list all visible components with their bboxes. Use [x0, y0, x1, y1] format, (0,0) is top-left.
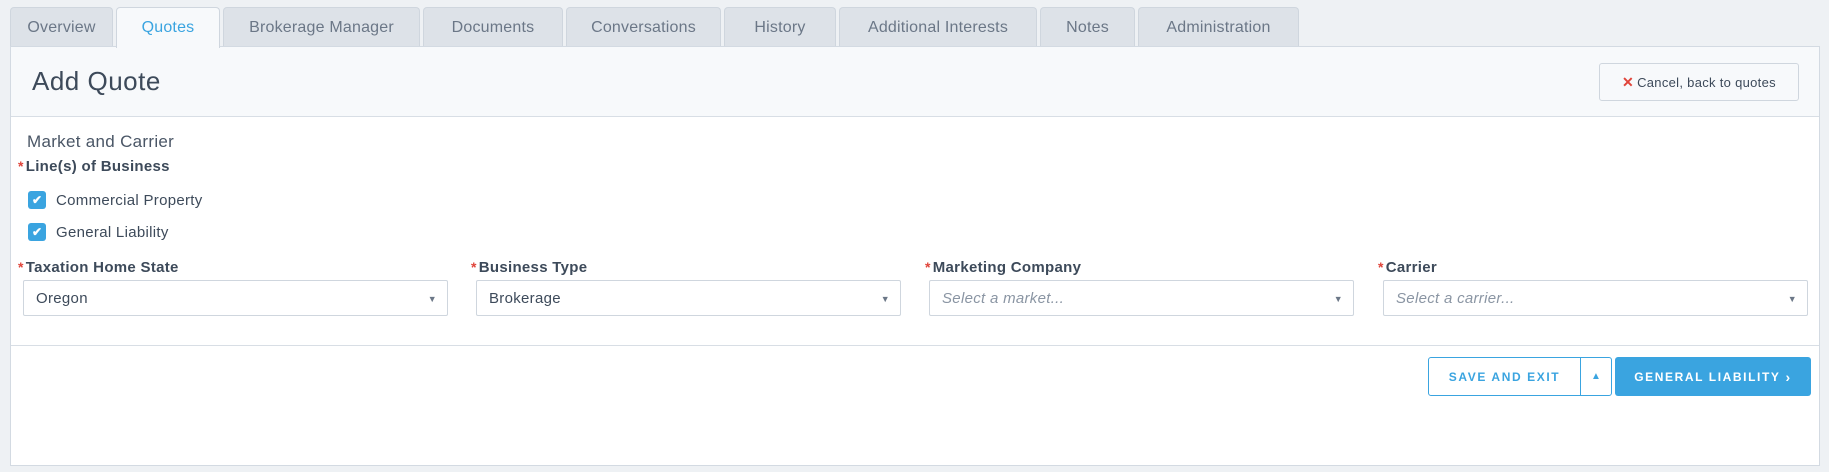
page-title: Add Quote	[32, 66, 161, 96]
select-placeholder: Select a carrier...	[1396, 289, 1515, 307]
required-marker: *	[925, 259, 931, 275]
cancel-back-to-quotes-button[interactable]: ✕ Cancel, back to quotes	[1599, 63, 1799, 101]
save-and-exit-button[interactable]: SAVE AND EXIT	[1429, 358, 1581, 395]
select-value: Oregon	[36, 289, 88, 307]
chevron-right-icon: ›	[1785, 368, 1792, 385]
lines-of-business-label-text: Line(s) of Business	[25, 158, 170, 175]
tab-notes[interactable]: Notes	[1040, 7, 1135, 47]
next-button-label: GENERAL LIABILITY	[1634, 369, 1781, 384]
caret-up-icon[interactable]: ▲	[1581, 358, 1611, 395]
tab-conversations[interactable]: Conversations	[566, 7, 721, 47]
chevron-down-icon: ▼	[427, 294, 437, 304]
cancel-button-label: Cancel, back to quotes	[1637, 74, 1776, 90]
tab-additional-interests[interactable]: Additional Interests	[839, 7, 1037, 47]
select-placeholder: Select a market...	[942, 289, 1065, 307]
tab-brokerage-manager[interactable]: Brokerage Manager	[223, 7, 420, 47]
marketing-company-label-text: Marketing Company	[932, 259, 1082, 276]
lines-of-business-label: * Line(s) of Business	[18, 158, 170, 175]
tab-quotes[interactable]: Quotes	[116, 7, 220, 48]
select-value: Brokerage	[489, 289, 561, 307]
checkbox-label: Commercial Property	[56, 191, 203, 209]
panel-header: Add Quote ✕ Cancel, back to quotes	[11, 47, 1819, 117]
business-type-label-text: Business Type	[478, 259, 588, 276]
save-and-exit-group: SAVE AND EXIT ▲	[1428, 357, 1612, 396]
checkbox-general-liability[interactable]: ✔ General Liability	[28, 223, 169, 241]
tab-administration[interactable]: Administration	[1138, 7, 1299, 47]
section-title: Market and Carrier	[27, 132, 175, 151]
taxation-home-state-select[interactable]: Oregon ▼	[23, 280, 448, 316]
general-liability-next-button[interactable]: GENERAL LIABILITY ›	[1615, 357, 1811, 396]
tab-bar: Overview Quotes Brokerage Manager Docume…	[10, 7, 1299, 48]
checkbox-commercial-property[interactable]: ✔ Commercial Property	[28, 191, 203, 209]
business-type-select[interactable]: Brokerage ▼	[476, 280, 901, 316]
marketing-company-select[interactable]: Select a market... ▼	[929, 280, 1354, 316]
chevron-down-icon: ▼	[1333, 294, 1343, 304]
checkbox-label: General Liability	[56, 223, 169, 241]
carrier-label-text: Carrier	[1385, 259, 1438, 276]
taxation-home-state-label: * Taxation Home State	[18, 259, 179, 276]
required-marker: *	[1378, 259, 1384, 275]
carrier-select[interactable]: Select a carrier... ▼	[1383, 280, 1808, 316]
required-marker: *	[471, 259, 477, 275]
add-quote-panel: Add Quote ✕ Cancel, back to quotes Marke…	[10, 46, 1820, 466]
tab-documents[interactable]: Documents	[423, 7, 563, 47]
marketing-company-label: * Marketing Company	[925, 259, 1081, 276]
checkmark-icon[interactable]: ✔	[28, 223, 46, 241]
footer-divider	[11, 345, 1819, 346]
checkmark-icon[interactable]: ✔	[28, 191, 46, 209]
chevron-down-icon: ▼	[1787, 294, 1797, 304]
tab-history[interactable]: History	[724, 7, 836, 47]
tab-overview[interactable]: Overview	[10, 7, 113, 47]
required-marker: *	[18, 158, 24, 174]
close-icon: ✕	[1622, 73, 1635, 90]
chevron-down-icon: ▼	[880, 294, 890, 304]
business-type-label: * Business Type	[471, 259, 587, 276]
required-marker: *	[18, 259, 24, 275]
carrier-label: * Carrier	[1378, 259, 1437, 276]
taxation-home-state-label-text: Taxation Home State	[25, 259, 179, 276]
